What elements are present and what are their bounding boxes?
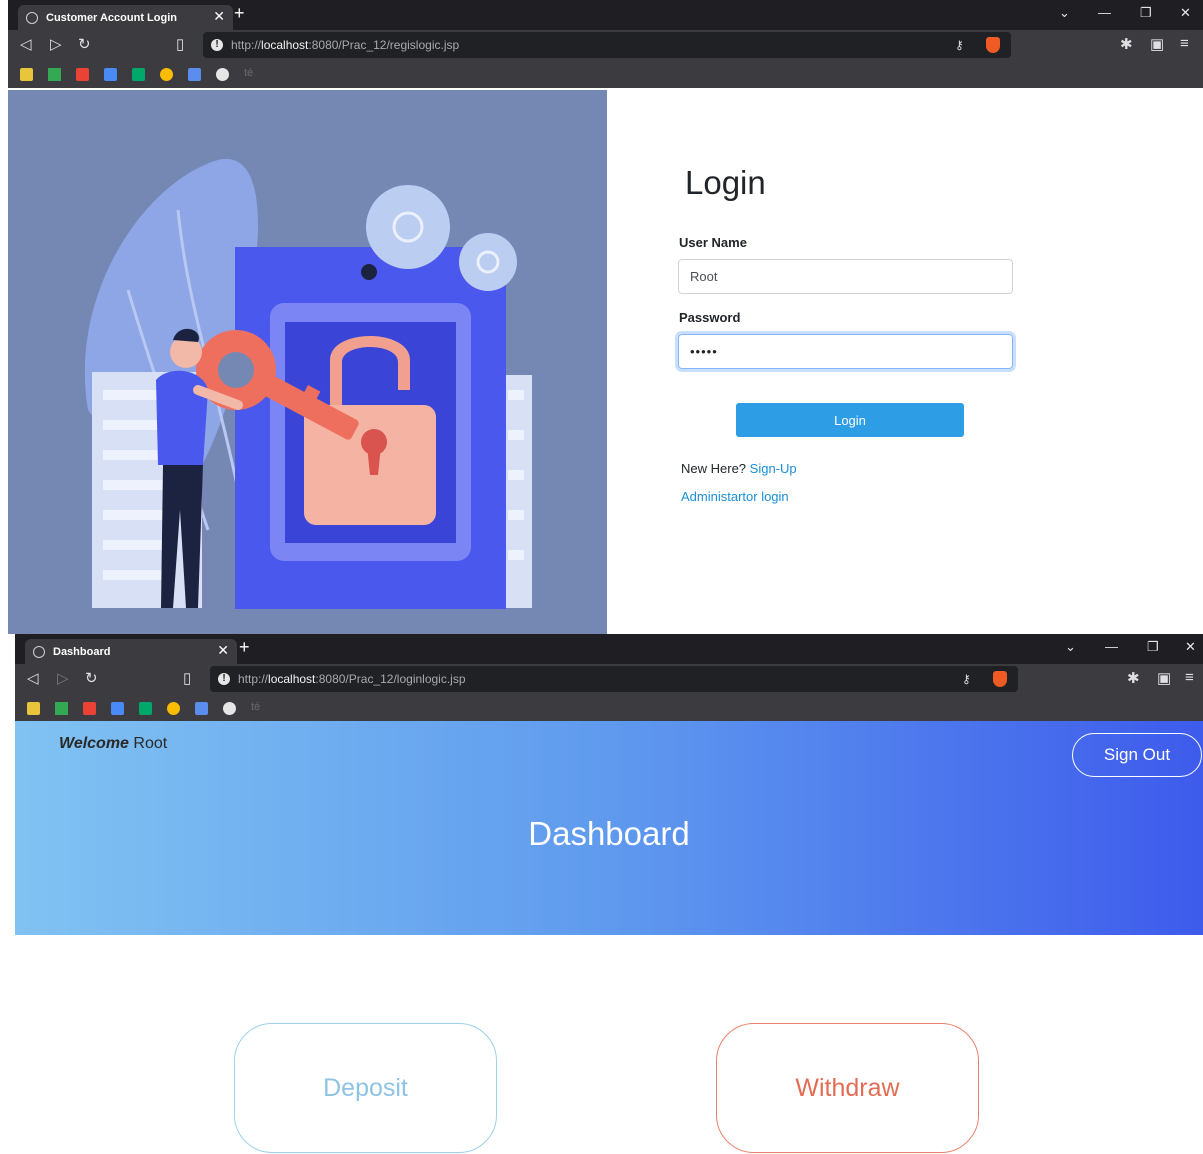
- wallet-icon[interactable]: ▣: [1150, 35, 1164, 53]
- welcome-text: Welcome Root: [59, 735, 167, 753]
- globe-icon: [26, 11, 38, 24]
- address-bar[interactable]: ! http://localhost:8080/Prac_12/loginlog…: [210, 666, 1018, 692]
- bookmark-gmail-icon[interactable]: [83, 702, 96, 715]
- nav-bar: ◁ ▷ ↻ ▯ ! http://localhost:8080/Prac_12/…: [8, 30, 1203, 60]
- minimize-icon[interactable]: —: [1098, 5, 1111, 20]
- restore-icon[interactable]: ❐: [1140, 5, 1152, 21]
- signup-link[interactable]: Sign-Up: [750, 461, 797, 476]
- address-bar[interactable]: ! http://localhost:8080/Prac_12/regislog…: [203, 32, 1011, 58]
- close-icon[interactable]: ✕: [213, 8, 225, 25]
- bookmark-cloud-icon[interactable]: [160, 68, 173, 81]
- new-here-text: New Here? Sign-Up: [681, 461, 797, 476]
- url-text: http://localhost:8080/Prac_12/loginlogic…: [238, 672, 466, 686]
- login-title: Login: [685, 164, 766, 201]
- bookmark-label[interactable]: té: [251, 701, 260, 713]
- bookmark-sheets-icon[interactable]: [195, 702, 208, 715]
- tab-list-icon[interactable]: ⌄: [1065, 639, 1076, 655]
- tab-title: Customer Account Login: [46, 11, 177, 24]
- bookmark-icon[interactable]: ▯: [176, 35, 184, 53]
- minimize-icon[interactable]: —: [1105, 639, 1118, 654]
- bookmark-drive-icon[interactable]: [55, 702, 68, 715]
- bookmark-meet-icon[interactable]: [139, 702, 152, 715]
- close-icon[interactable]: ✕: [217, 642, 229, 659]
- key-icon[interactable]: ⚷: [962, 672, 971, 686]
- tab-dashboard[interactable]: Dashboard ✕: [25, 639, 237, 664]
- deposit-button[interactable]: Deposit: [234, 1023, 497, 1153]
- tab-customer-login[interactable]: Customer Account Login ✕: [18, 5, 233, 30]
- close-window-icon[interactable]: ✕: [1180, 5, 1191, 21]
- bookmark-sheets-icon[interactable]: [188, 68, 201, 81]
- dashboard-title: Dashboard: [528, 815, 690, 852]
- new-tab-icon[interactable]: +: [234, 3, 245, 24]
- tab-strip: Customer Account Login ✕ + ⌄ — ❐ ✕: [8, 0, 1203, 30]
- welcome-user: Root: [133, 735, 168, 752]
- withdraw-button[interactable]: Withdraw: [716, 1023, 979, 1153]
- info-icon[interactable]: !: [218, 673, 230, 685]
- menu-icon[interactable]: ≡: [1185, 669, 1194, 686]
- forward-icon[interactable]: ▷: [50, 35, 62, 53]
- tab-title: Dashboard: [53, 645, 111, 658]
- tab-strip-dashboard: Dashboard ✕ + ⌄ — ❐ ✕: [15, 634, 1203, 664]
- bookmark-photos-icon[interactable]: [27, 702, 40, 715]
- tab-list-icon[interactable]: ⌄: [1059, 5, 1070, 21]
- sign-out-button[interactable]: Sign Out: [1072, 733, 1202, 777]
- bookmark-drive-icon[interactable]: [48, 68, 61, 81]
- bookmark-globe-icon[interactable]: [223, 702, 236, 715]
- password-input[interactable]: •••••: [678, 334, 1013, 369]
- username-input[interactable]: Root: [678, 259, 1013, 294]
- username-label: User Name: [679, 235, 747, 250]
- admin-login-link[interactable]: Administartor login: [681, 489, 789, 504]
- close-window-icon[interactable]: ✕: [1185, 639, 1196, 655]
- url-text: http://localhost:8080/Prac_12/regislogic…: [231, 38, 460, 52]
- info-icon[interactable]: !: [211, 39, 223, 51]
- unlock-key-illustration: [84, 158, 532, 609]
- brave-shield-icon[interactable]: [993, 671, 1007, 687]
- dashboard-header: Welcome Root Sign Out Dashboard: [15, 721, 1203, 935]
- bookmarks-bar-dashboard: té: [15, 694, 1203, 721]
- reload-icon[interactable]: ↻: [85, 669, 98, 687]
- back-icon[interactable]: ◁: [27, 669, 39, 687]
- reload-icon[interactable]: ↻: [78, 35, 91, 53]
- menu-icon[interactable]: ≡: [1180, 35, 1189, 52]
- bookmark-gmail-icon[interactable]: [76, 68, 89, 81]
- bookmark-photos-icon[interactable]: [20, 68, 33, 81]
- welcome-label: Welcome: [59, 735, 129, 752]
- bookmark-docs-icon[interactable]: [111, 702, 124, 715]
- bookmark-label[interactable]: té: [244, 67, 253, 79]
- bookmark-meet-icon[interactable]: [132, 68, 145, 81]
- restore-icon[interactable]: ❐: [1147, 639, 1159, 655]
- key-icon[interactable]: ⚷: [955, 38, 964, 52]
- nav-bar-dashboard: ◁ ▷ ↻ ▯ ! http://localhost:8080/Prac_12/…: [15, 664, 1203, 694]
- forward-icon[interactable]: ▷: [57, 669, 69, 687]
- new-here-label: New Here?: [681, 461, 747, 476]
- back-icon[interactable]: ◁: [20, 35, 32, 53]
- extensions-icon[interactable]: ✱: [1120, 35, 1133, 53]
- bookmark-docs-icon[interactable]: [104, 68, 117, 81]
- login-button[interactable]: Login: [736, 403, 964, 437]
- login-form-pane: Login User Name Root Password ••••• Logi…: [607, 90, 1203, 634]
- extensions-icon[interactable]: ✱: [1127, 669, 1140, 687]
- brave-shield-icon[interactable]: [986, 37, 1000, 53]
- new-tab-icon[interactable]: +: [239, 637, 250, 658]
- bookmark-icon[interactable]: ▯: [183, 669, 191, 687]
- password-label: Password: [679, 310, 741, 325]
- globe-icon: [33, 645, 45, 658]
- bookmarks-bar: té: [8, 60, 1203, 88]
- bookmark-cloud-icon[interactable]: [167, 702, 180, 715]
- wallet-icon[interactable]: ▣: [1157, 669, 1171, 687]
- login-illustration: [8, 90, 607, 634]
- bookmark-globe-icon[interactable]: [216, 68, 229, 81]
